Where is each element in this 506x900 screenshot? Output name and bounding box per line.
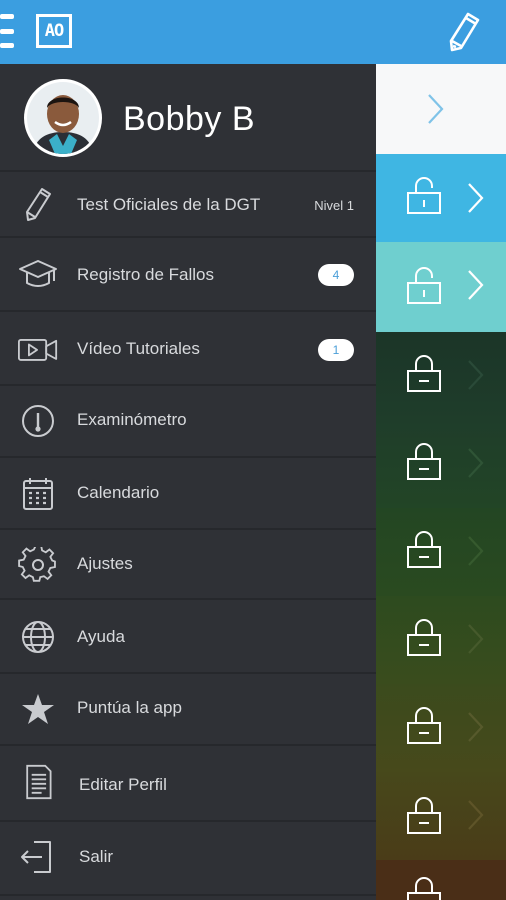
navigation-drawer: Bobby B Test Oficiales de la DGT Nivel 1… xyxy=(0,64,376,900)
menu-item-video-tutoriales[interactable]: Vídeo Tutoriales 1 xyxy=(0,312,376,386)
video-camera-icon xyxy=(18,338,58,361)
menu-item-label: Registro de Fallos xyxy=(77,265,215,284)
lock-icon xyxy=(407,619,441,656)
hamburger-icon[interactable] xyxy=(0,14,14,48)
menu-item-puntua-app[interactable]: Puntúa la app xyxy=(0,674,376,746)
menu-item-salir[interactable]: Salir xyxy=(0,822,376,896)
menu-item-label: Editar Perfil xyxy=(79,775,167,794)
profile-name: Bobby B xyxy=(123,100,256,138)
gear-icon xyxy=(18,547,56,582)
menu-item-label: Ayuda xyxy=(77,627,125,646)
list-item[interactable] xyxy=(376,242,506,332)
menu-item-label: Calendario xyxy=(77,483,160,502)
lock-icon xyxy=(407,355,441,392)
chevron-right-icon xyxy=(468,624,484,654)
chevron-right-icon xyxy=(468,448,484,478)
exit-icon xyxy=(21,841,51,873)
chevron-right-icon xyxy=(468,360,484,390)
profile-header[interactable]: Bobby B xyxy=(0,64,376,172)
star-icon xyxy=(22,694,54,724)
list-item[interactable] xyxy=(376,508,506,596)
menu-item-ayuda[interactable]: Ayuda xyxy=(0,600,376,674)
list-item[interactable] xyxy=(376,420,506,508)
lesson-list-strip xyxy=(376,64,506,900)
app-logo: AO xyxy=(36,14,72,48)
pencil-icon[interactable] xyxy=(444,10,484,54)
list-item[interactable] xyxy=(376,684,506,772)
list-item[interactable] xyxy=(376,154,506,242)
lock-icon xyxy=(407,531,441,568)
menu-item-label: Salir xyxy=(79,847,114,866)
list-item[interactable] xyxy=(376,332,506,420)
list-item[interactable] xyxy=(376,596,506,684)
menu-item-editar-perfil[interactable]: Editar Perfil xyxy=(0,746,376,822)
menu-item-label: Ajustes xyxy=(77,554,133,573)
globe-icon xyxy=(22,621,54,653)
lock-icon xyxy=(407,443,441,480)
lock-icon xyxy=(407,797,441,834)
pencil-icon xyxy=(26,188,51,221)
chevron-right-icon xyxy=(468,536,484,566)
unlock-icon xyxy=(407,177,441,214)
menu-item-registro-fallos[interactable]: Registro de Fallos 4 xyxy=(0,238,376,312)
lock-icon xyxy=(407,877,441,900)
calendar-icon xyxy=(23,478,53,510)
count-badge: 1 xyxy=(318,339,354,361)
chevron-right-icon xyxy=(468,183,484,213)
list-item[interactable] xyxy=(376,860,506,900)
menu-item-label: Test Oficiales de la DGT xyxy=(77,195,261,214)
chevron-right-icon xyxy=(468,712,484,742)
chevron-right-icon xyxy=(468,270,484,300)
chevron-right-icon xyxy=(468,800,484,830)
chevron-right-icon xyxy=(428,94,444,124)
count-badge: 4 xyxy=(318,264,354,286)
gauge-icon xyxy=(22,405,54,437)
menu-item-test-oficiales[interactable]: Test Oficiales de la DGT Nivel 1 xyxy=(0,172,376,238)
graduation-cap-icon xyxy=(19,260,57,287)
menu-item-label: Puntúa la app xyxy=(77,698,182,717)
list-item[interactable] xyxy=(376,64,506,154)
menu-item-label: Vídeo Tutoriales xyxy=(77,339,200,358)
level-badge: Nivel 1 xyxy=(314,198,354,213)
menu-item-calendario[interactable]: Calendario xyxy=(0,458,376,530)
unlock-icon xyxy=(407,267,441,304)
avatar[interactable] xyxy=(24,79,102,157)
document-icon xyxy=(26,764,52,800)
top-app-bar: AO xyxy=(0,0,506,64)
lock-icon xyxy=(407,707,441,744)
menu-item-ajustes[interactable]: Ajustes xyxy=(0,530,376,600)
menu-item-examinometro[interactable]: Examinómetro xyxy=(0,386,376,458)
list-item[interactable] xyxy=(376,772,506,860)
menu-item-label: Examinómetro xyxy=(77,410,187,429)
